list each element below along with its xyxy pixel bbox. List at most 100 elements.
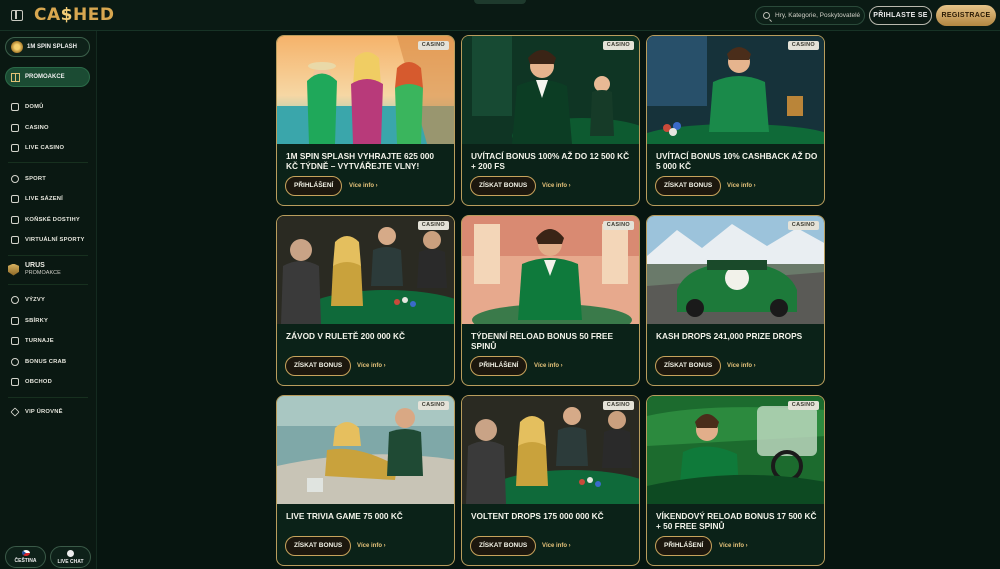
- get-bonus-button[interactable]: ZÍSKAT BONUS: [285, 536, 352, 556]
- promo-image: [277, 396, 454, 504]
- promotions-label: PROMOAKCE: [25, 74, 65, 80]
- get-bonus-button[interactable]: ZÍSKAT BONUS: [655, 356, 722, 376]
- category-tag: CASINO: [602, 401, 634, 410]
- promo-card[interactable]: CASINO UVÍTACÍ BONUS 100% AŽ DO 12 500 K…: [461, 35, 640, 206]
- more-info-link[interactable]: Více info: [357, 543, 386, 549]
- sidebar-item-label: LIVE CASINO: [25, 145, 65, 151]
- get-bonus-button[interactable]: ZÍSKAT BONUS: [470, 176, 537, 196]
- category-tag: CASINO: [602, 41, 634, 50]
- search-box[interactable]: [755, 6, 865, 25]
- logo-text-end: HED: [72, 5, 115, 25]
- promo-card[interactable]: CASINO LIVE TRIVIA GAME 75 000 KČ ZÍSKAT…: [276, 395, 455, 566]
- more-info-link[interactable]: Více info: [727, 363, 756, 369]
- urus-title: URUS: [25, 262, 45, 269]
- sidebar-item-label: DOMŮ: [25, 104, 44, 110]
- get-bonus-button[interactable]: ZÍSKAT BONUS: [655, 176, 722, 196]
- header-pull-tab[interactable]: [474, 0, 526, 4]
- promo-card[interactable]: CASINO TÝDENNÍ RELOAD BONUS 50 FREE SPIN…: [461, 215, 640, 386]
- czech-flag-icon: [21, 550, 30, 556]
- category-tag: CASINO: [602, 221, 634, 230]
- sidebar-item-label: OBCHOD: [25, 379, 52, 385]
- gift-icon: [11, 72, 20, 82]
- promo-card[interactable]: CASINO ZÁVOD V RULETĚ 200 000 KČ ZÍSKAT …: [276, 215, 455, 386]
- sidebar-item-shop[interactable]: OBCHOD: [11, 376, 52, 388]
- spin-splash-button[interactable]: 1M SPIN SPLASH: [5, 37, 90, 57]
- register-button[interactable]: REGISTRACE: [936, 5, 996, 26]
- urus-subtitle: PROMOAKCE: [25, 270, 61, 276]
- home-icon: [11, 103, 19, 111]
- promo-card[interactable]: CASINO 1M SPIN SPLASH VYHRAJTE 625 000 K…: [276, 35, 455, 206]
- more-info-link[interactable]: Více info: [357, 363, 386, 369]
- live-chat-button[interactable]: LIVE CHAT: [50, 546, 91, 568]
- category-tag: CASINO: [417, 41, 449, 50]
- more-info-link[interactable]: Více info: [719, 543, 748, 549]
- sidebar-item-tournaments[interactable]: TURNAJE: [11, 335, 54, 347]
- search-icon: [763, 12, 770, 19]
- category-tag: CASINO: [417, 221, 449, 230]
- more-info-link[interactable]: Více info: [542, 183, 571, 189]
- promo-image: [647, 396, 824, 504]
- site-logo[interactable]: CA$HED: [34, 5, 114, 25]
- promo-title: 1M SPIN SPLASH VYHRAJTE 625 000 KČ TÝDNĚ…: [286, 151, 435, 171]
- login-promo-button[interactable]: PŘIHLÁŠENÍ: [655, 536, 713, 556]
- live-bet-icon: [11, 195, 19, 203]
- sidebar-item-vip[interactable]: VIP ÚROVNĚ: [10, 406, 63, 418]
- ball-icon: [11, 175, 19, 183]
- sidebar-item-label: CASINO: [25, 125, 49, 131]
- sidebar-item-label: KOŇSKÉ DOSTIHY: [25, 217, 80, 223]
- sidebar-item-label: SBÍRKY: [25, 318, 49, 324]
- trophy-icon: [11, 337, 19, 345]
- sidebar-item-home[interactable]: DOMŮ: [11, 101, 44, 113]
- promo-image: [462, 36, 639, 144]
- promotions-button[interactable]: PROMOAKCE: [5, 67, 90, 87]
- shop-icon: [11, 378, 19, 386]
- more-info-link[interactable]: Více info: [534, 363, 563, 369]
- cards-icon: [11, 124, 19, 132]
- sidebar-divider: [8, 284, 88, 285]
- promo-image: [647, 216, 824, 324]
- category-tag: CASINO: [787, 41, 819, 50]
- login-promo-button[interactable]: PŘIHLÁŠENÍ: [285, 176, 343, 196]
- language-button[interactable]: ČEŠTINA: [5, 546, 46, 568]
- more-info-link[interactable]: Více info: [349, 183, 378, 189]
- category-tag: CASINO: [417, 401, 449, 410]
- sidebar-item-bonus-crab[interactable]: BONUS CRAB: [11, 356, 66, 368]
- live-chat-label: LIVE CHAT: [57, 558, 84, 565]
- promo-title: VÍKENDOVÝ RELOAD BONUS 17 500 KČ + 50 FR…: [656, 511, 817, 531]
- sidebar-item-label: LIVE SÁZENÍ: [25, 196, 63, 202]
- sidebar-item-label: VIRTUÁLNÍ SPORTY: [25, 237, 85, 243]
- crab-icon: [11, 358, 19, 366]
- top-header: CA$HED PŘIHLASTE SE REGISTRACE: [0, 0, 1000, 31]
- promo-card[interactable]: CASINO KASH DROPS 241,000 PRIZE DROPS ZÍ…: [646, 215, 825, 386]
- sidebar-item-virtual-sports[interactable]: VIRTUÁLNÍ SPORTY: [11, 234, 85, 246]
- more-info-link[interactable]: Více info: [542, 543, 571, 549]
- category-tag: CASINO: [787, 401, 819, 410]
- sidebar-toggle-icon[interactable]: [11, 10, 23, 21]
- login-promo-button[interactable]: PŘIHLÁŠENÍ: [470, 356, 528, 376]
- more-info-link[interactable]: Více info: [727, 183, 756, 189]
- sidebar-item-collections[interactable]: SBÍRKY: [11, 315, 48, 327]
- promo-card[interactable]: CASINO VÍKENDOVÝ RELOAD BONUS 17 500 KČ …: [646, 395, 825, 566]
- sidebar-item-challenges[interactable]: VÝZVY: [11, 294, 45, 306]
- sidebar-item-live-casino[interactable]: LIVE CASINO: [11, 142, 64, 154]
- sidebar-item-horse-racing[interactable]: KOŇSKÉ DOSTIHY: [11, 214, 80, 226]
- sidebar-item-sport[interactable]: SPORT: [11, 173, 46, 185]
- promo-card[interactable]: CASINO UVÍTACÍ BONUS 10% CASHBACK AŽ DO …: [646, 35, 825, 206]
- get-bonus-button[interactable]: ZÍSKAT BONUS: [285, 356, 352, 376]
- promo-image: [647, 36, 824, 144]
- get-bonus-button[interactable]: ZÍSKAT BONUS: [470, 536, 537, 556]
- sidebar-item-label: BONUS CRAB: [25, 359, 67, 365]
- sidebar-item-label: TURNAJE: [25, 338, 54, 344]
- promo-image: [277, 216, 454, 324]
- login-button[interactable]: PŘIHLASTE SE: [869, 6, 932, 25]
- logo-text-start: CA: [34, 5, 61, 25]
- logo-text-dollar: $: [60, 5, 73, 25]
- search-input[interactable]: [775, 12, 864, 19]
- sidebar-item-live-betting[interactable]: LIVE SÁZENÍ: [11, 193, 63, 205]
- sidebar-divider: [8, 162, 88, 163]
- sidebar-item-casino[interactable]: CASINO: [11, 122, 49, 134]
- coin-icon: [11, 41, 23, 53]
- promo-card[interactable]: CASINO VOLTENT DROPS 175 000 000 KČ ZÍSK…: [461, 395, 640, 566]
- chat-icon: [67, 549, 74, 557]
- urus-promo-link[interactable]: URUS PROMOAKCE: [8, 262, 61, 277]
